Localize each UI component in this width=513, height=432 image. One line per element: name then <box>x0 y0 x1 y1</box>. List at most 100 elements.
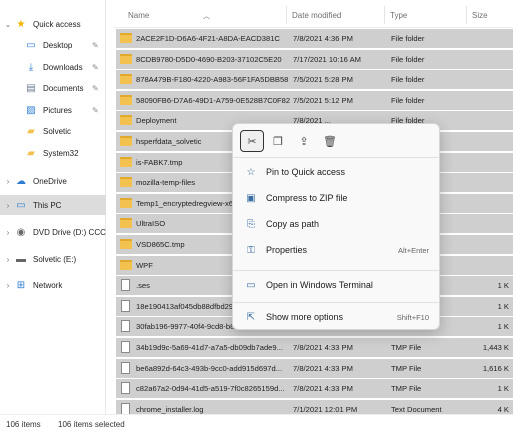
menu-properties[interactable]: ⚿ Properties Alt+Enter <box>237 239 437 261</box>
file-date-modified: 7/8/2021 4:36 PM <box>293 34 353 43</box>
sidebar-item-pictures[interactable]: ▨ Pictures ✎ <box>0 100 106 120</box>
file-type: File folder <box>391 34 425 43</box>
shortcut-properties: Alt+Enter <box>397 245 429 255</box>
sidebar-item-solvetic[interactable]: ▰ Solvetic <box>0 121 106 141</box>
folder-icon <box>120 259 132 270</box>
file-icon <box>121 299 130 312</box>
sidebar-item-label: Documents <box>43 83 84 93</box>
column-size[interactable]: Size <box>472 11 488 20</box>
sidebar-item-desktop[interactable]: ▭ Desktop ✎ <box>0 35 106 55</box>
column-name[interactable]: Name <box>128 11 149 20</box>
star-icon: ★ <box>16 18 26 30</box>
table-row[interactable]: 878A479B-F180-4220-A983-56F1FA5DBB58 7/5/… <box>116 70 513 91</box>
file-name: c82a67a2-0d94-41d5-a519-7f0c8265159d... <box>136 384 285 394</box>
file-type: TMP File <box>391 363 422 373</box>
table-row[interactable]: 8CDB9780-D5D0-4690-B203-37102C5E20 7/17/2… <box>116 49 513 70</box>
download-icon: ⤓ <box>28 61 34 73</box>
file-size: 1,443 K <box>482 343 509 352</box>
table-row[interactable]: 58090FB6-D7A6-49D1-A759-0E528B7C0F82 7/5/… <box>116 90 513 111</box>
file-name: be6a892d-64c3-493b-9cc0-add915d697d... <box>136 363 283 373</box>
context-menu: ✂ ❐ ⇪ 🗑 ☆ Pin to Quick access ▣ Compress… <box>232 123 440 330</box>
folder-icon <box>120 156 132 167</box>
dvd-icon: ◉ <box>16 226 26 238</box>
share-button[interactable]: ⇪ <box>292 130 316 152</box>
table-row[interactable]: c82a67a2-0d94-41d5-a519-7f0c8265159d... 7… <box>116 379 513 400</box>
chevron-right-icon[interactable]: › <box>2 201 14 210</box>
documents-icon: ▤ <box>26 82 36 94</box>
file-date-modified: 7/1/2021 12:01 PM <box>293 404 358 414</box>
cloud-icon: ☁ <box>16 175 26 187</box>
file-name: 2ACE2F1D-D6A6-4F21-A8DA-EACD381C <box>136 34 280 43</box>
file-icon <box>121 320 130 333</box>
sidebar-item-network[interactable]: › ⊞ Network <box>0 275 106 295</box>
file-icon <box>121 279 130 292</box>
folder-icon <box>120 136 132 146</box>
sidebar-item-label: OneDrive <box>33 176 67 186</box>
sidebar-item-dvd-drive-d-cccoma-x64fre-en-us-dv9[interactable]: ›◉ DVD Drive (D:) CCCOMA_X64FRE_EN-US_DV9 <box>0 222 106 242</box>
table-row[interactable]: chrome_installer.log 7/1/2021 12:01 PM Tex… <box>116 399 513 414</box>
file-type: File folder <box>391 95 425 105</box>
more-options-icon: ⇱ <box>246 311 256 323</box>
file-name: 8CDB9780-D5D0-4690-B203-37102C5E20 <box>136 54 282 64</box>
file-size: 1,616 K <box>482 363 509 373</box>
share-icon: ⇪ <box>299 135 309 148</box>
sidebar-item-quick-access[interactable]: ⌄ ★ Quick access <box>0 14 106 34</box>
sidebar-item-label: Solvetic (E:) <box>33 254 77 264</box>
sidebar-item-label: Quick access <box>33 19 81 29</box>
folder-icon <box>120 94 132 105</box>
file-icon <box>121 361 130 374</box>
folder-icon <box>120 74 132 85</box>
table-row[interactable]: be6a892d-64c3-493b-9cc0-add915d697d... 7/… <box>116 358 513 379</box>
copy-path-icon: ⎘ <box>247 218 255 230</box>
file-type: TMP File <box>391 384 422 394</box>
copy-button[interactable]: ❐ <box>266 130 290 152</box>
terminal-icon: ▭ <box>246 279 256 291</box>
file-name: 58090FB6-D7A6-49D1-A759-0E528B7C0F82 <box>136 95 291 105</box>
cut-button[interactable]: ✂ <box>240 130 264 152</box>
table-row[interactable]: 2ACE2F1D-D6A6-4F21-A8DA-EACD381C 7/8/2021… <box>116 29 513 49</box>
chevron-right-icon[interactable]: › <box>2 255 14 264</box>
drive-icon: ▬ <box>16 253 26 265</box>
menu-show-more-options[interactable]: ⇱ Show more options Shift+F10 <box>237 306 437 328</box>
pin-icon: ✎ <box>92 62 99 72</box>
sidebar-item-system32[interactable]: ▰ System32 <box>0 143 106 163</box>
file-type: File folder <box>391 75 425 85</box>
folder-icon <box>120 218 132 229</box>
file-date-modified: 7/5/2021 5:12 PM <box>293 95 353 105</box>
sidebar-item-label: Pictures <box>43 105 72 115</box>
pictures-icon: ▨ <box>26 104 36 116</box>
selection-count: 106 items selected <box>58 420 125 429</box>
table-row[interactable]: 34b19d9c-5a69-41d7-a7a5-db09db7ade9... 7/… <box>116 338 513 358</box>
file-size: 1 K <box>497 322 509 332</box>
chevron-right-icon[interactable]: › <box>2 281 14 290</box>
sidebar-item-onedrive[interactable]: › ☁ OneDrive <box>0 171 106 191</box>
sidebar-item-documents[interactable]: ▤ Documents ✎ <box>0 78 106 98</box>
cut-icon: ✂ <box>247 135 257 148</box>
shortcut-more-options: Shift+F10 <box>396 312 429 322</box>
menu-copy-as-path[interactable]: ⎘ Copy as path <box>237 213 437 235</box>
pin-icon: ✎ <box>92 40 99 50</box>
network-icon: ⊞ <box>16 279 26 291</box>
zip-icon: ▣ <box>246 192 256 204</box>
file-date-modified: 7/8/2021 4:33 PM <box>293 384 353 394</box>
menu-pin-to-quick-access[interactable]: ☆ Pin to Quick access <box>237 161 437 183</box>
sidebar-item-downloads[interactable]: ⤓ Downloads ✎ <box>0 57 106 77</box>
sidebar-item-this-pc[interactable]: › ▭ This PC <box>0 195 106 215</box>
chevron-right-icon[interactable]: › <box>2 177 14 186</box>
folder-icon <box>120 177 132 188</box>
column-type[interactable]: Type <box>390 11 407 20</box>
file-icon <box>121 341 130 353</box>
pin-star-icon: ☆ <box>246 166 256 178</box>
item-count: 106 items <box>6 420 41 429</box>
folder-icon <box>120 239 132 249</box>
file-date-modified: 7/5/2021 5:28 PM <box>293 75 353 85</box>
column-date-modified[interactable]: Date modified <box>292 11 341 20</box>
sidebar-item-solvetic-e[interactable]: › ▬ Solvetic (E:) <box>0 249 106 269</box>
menu-compress-zip[interactable]: ▣ Compress to ZIP file <box>237 187 437 209</box>
menu-open-windows-terminal[interactable]: ▭ Open in Windows Terminal <box>237 274 437 296</box>
delete-button[interactable]: 🗑 <box>318 130 342 152</box>
file-size: 1 K <box>497 281 509 291</box>
chevron-down-icon[interactable]: ⌄ <box>2 20 14 29</box>
chevron-right-icon[interactable]: › <box>2 228 14 237</box>
sidebar-item-label: System32 <box>43 148 79 158</box>
